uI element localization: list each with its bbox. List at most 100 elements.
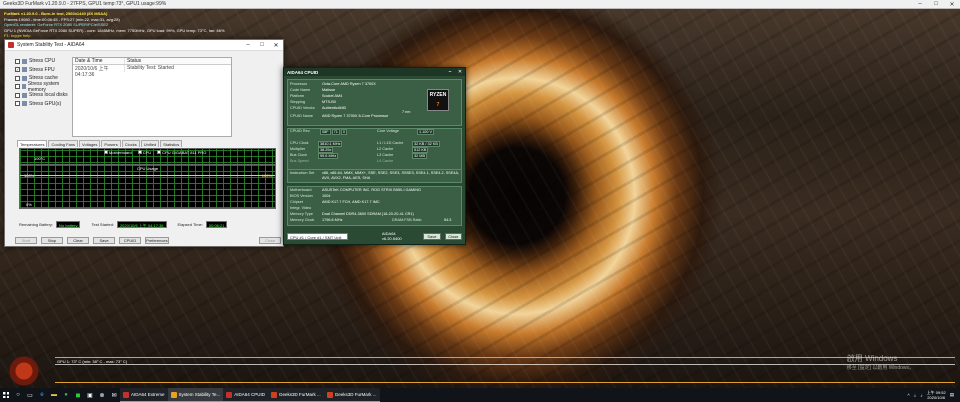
stress-option[interactable]: Stress CPU: [15, 57, 71, 66]
stress-option[interactable]: Stress local disks: [15, 91, 71, 100]
tab-powers[interactable]: Powers: [101, 140, 121, 147]
stress-option[interactable]: Stress system memory: [15, 81, 71, 93]
taskbar-app-stability-test[interactable]: System Stability Te...: [167, 388, 224, 402]
tray-chevron-icon[interactable]: ^: [908, 393, 910, 398]
furmark-graph-line: [55, 364, 955, 365]
stress-option[interactable]: Stress GPU(s): [15, 100, 71, 109]
save-button[interactable]: Save: [93, 237, 115, 244]
core-voltage-value: 1.100 V: [417, 129, 435, 135]
elapsed-time-value: 00:06:21: [205, 220, 228, 228]
legend-item[interactable]: CPU: [137, 150, 151, 155]
notifications-icon[interactable]: ▤: [950, 392, 954, 398]
line-icon[interactable]: ◼: [72, 388, 84, 402]
cpuid-button[interactable]: CPUID: [119, 237, 141, 244]
minimize-icon[interactable]: –: [912, 1, 928, 8]
aida64-icon: [123, 391, 129, 398]
furmark-temp-graph: GPU 1: 73° C (min: 38° C - max: 73° C): [55, 357, 955, 383]
stress-option-label: Stress FPU: [29, 66, 55, 73]
field-label: CPUID Vendor: [290, 106, 315, 110]
sst-title: System Stability Test - AIDA64: [17, 42, 85, 48]
preferences-button[interactable]: Preferences: [145, 237, 169, 244]
status-table: Date & Time Status 2020/10/6 上午 04:17:36…: [72, 57, 232, 137]
checkbox[interactable]: [15, 58, 20, 64]
taskbar-app-furmark[interactable]: Geeks3D FurMark ...: [267, 388, 324, 402]
table-cell: Stability Test: Started: [127, 65, 174, 71]
table-header: Date & Time Status: [73, 58, 231, 65]
field-label: CPU Clock: [290, 141, 309, 145]
cpu-usage-graph: CPU Usage 100% 0% 100%: [19, 164, 276, 209]
watermark-title: 啟用 Windows: [846, 354, 898, 363]
volume-icon[interactable]: ♪: [920, 393, 922, 398]
stress-option[interactable]: ✓ Stress FPU: [15, 66, 71, 75]
cache-icon: [22, 75, 27, 81]
minimize-icon[interactable]: –: [241, 42, 255, 49]
field-label: BIOS Version: [290, 194, 313, 198]
start-button[interactable]: [0, 388, 12, 402]
minimize-icon[interactable]: –: [445, 69, 455, 75]
xbox-icon[interactable]: ⊗: [96, 388, 108, 402]
taskbar: ○ ▭ e ▬ ● ◼ ▣ ⊗ ✉ AIDA64 Extreme System …: [0, 388, 960, 402]
motherboard-value: ASUSTeK COMPUTER INC. ROG STRIX B550-I G…: [322, 188, 421, 192]
test-info-bar: Remaining Battery: No battery Test Start…: [19, 220, 276, 228]
system-stability-test-window[interactable]: System Stability Test - AIDA64 – □ ✕ Str…: [4, 39, 284, 247]
explorer-icon[interactable]: ▬: [48, 388, 60, 402]
legend-item[interactable]: CPU GIGABAT 811 PRO: [157, 150, 206, 155]
tab-unified[interactable]: Unified: [140, 140, 160, 147]
checkbox[interactable]: [15, 75, 20, 81]
tab-statistics[interactable]: Statistics: [160, 140, 183, 147]
overlay-line: GPU 1 (NVIDIA GeForce RTX 2080 SUPER) - …: [4, 27, 225, 33]
code-name-value: Matisse: [322, 88, 336, 92]
close-icon[interactable]: ✕: [944, 1, 960, 8]
cpu-core-selector[interactable]: CPU #1 / Core #1 / SMT Unit #1: [287, 232, 348, 247]
network-icon[interactable]: ⌂: [914, 393, 917, 398]
checkbox[interactable]: [15, 101, 20, 107]
vendor-value: AuthenticAMD: [322, 106, 347, 110]
close-button[interactable]: Close: [259, 237, 281, 244]
tab-cooling-fans[interactable]: Cooling Fans: [48, 140, 79, 147]
start-button[interactable]: Start: [15, 237, 37, 244]
store-icon[interactable]: ▣: [84, 388, 96, 402]
tab-voltages[interactable]: Voltages: [79, 140, 101, 147]
taskbar-app-aida64-extreme[interactable]: AIDA64 Extreme: [120, 388, 168, 402]
taskbar-app-furmark[interactable]: Geeks3D FurMark ...: [323, 388, 380, 402]
search-icon[interactable]: ○: [12, 388, 24, 402]
legend-item[interactable]: Motherboard: [104, 150, 132, 155]
save-button[interactable]: Save: [423, 232, 441, 240]
maximize-icon[interactable]: □: [255, 42, 269, 49]
field-label: Integr. Video: [290, 206, 312, 210]
chrome-icon[interactable]: ●: [60, 388, 72, 402]
checkbox[interactable]: ✓: [15, 67, 20, 73]
tab-temperatures[interactable]: Temperatures: [17, 140, 48, 147]
task-view-icon[interactable]: ▭: [24, 388, 36, 402]
table-cell: 2020/10/6 上午 04:17:36: [73, 65, 125, 78]
close-icon[interactable]: ✕: [455, 69, 465, 75]
mail-icon[interactable]: ✉: [108, 388, 120, 402]
sst-titlebar[interactable]: System Stability Test - AIDA64 – □ ✕: [5, 40, 283, 51]
close-button[interactable]: Close: [444, 232, 462, 240]
cpuid-titlebar[interactable]: AIDA64 CPUID – ✕: [284, 68, 465, 76]
flame-icon: [170, 391, 177, 398]
checkbox[interactable]: [15, 92, 20, 98]
column-header[interactable]: Status: [125, 58, 231, 64]
maximize-icon[interactable]: □: [928, 1, 944, 8]
taskbar-app-cpuid[interactable]: AIDA64 CPUID: [223, 388, 268, 402]
furmark-titlebar[interactable]: Geeks3D FurMark v1.20.9.0 - 27FPS, GPU1 …: [0, 0, 960, 9]
field-label: L2 Cache: [377, 147, 394, 151]
stop-button[interactable]: Stop: [41, 237, 63, 244]
close-icon[interactable]: ✕: [269, 42, 283, 49]
platform-value: Socket AM4: [322, 94, 343, 98]
process-node-value: 7 nm: [402, 110, 411, 114]
column-header[interactable]: Date & Time: [73, 58, 125, 64]
checkbox[interactable]: [15, 84, 20, 90]
tab-clocks[interactable]: Clocks: [121, 140, 140, 147]
y-axis-top-label: 100°C: [34, 156, 46, 161]
field-label: CPUID Name: [290, 114, 313, 118]
edge-icon[interactable]: e: [36, 388, 48, 402]
field-label: Instruction Set: [290, 171, 315, 175]
cpu-icon: [22, 58, 27, 64]
battery-label: Remaining Battery:: [19, 221, 54, 227]
aida64-cpuid-window[interactable]: AIDA64 CPUID – ✕ Processor Octa-Core AMD…: [283, 67, 466, 247]
clear-button[interactable]: Clear: [67, 237, 89, 244]
clock[interactable]: 上午 09:52 2020/10/6: [927, 390, 946, 400]
table-row[interactable]: 2020/10/6 上午 04:17:36 Stability Test: St…: [73, 65, 231, 78]
